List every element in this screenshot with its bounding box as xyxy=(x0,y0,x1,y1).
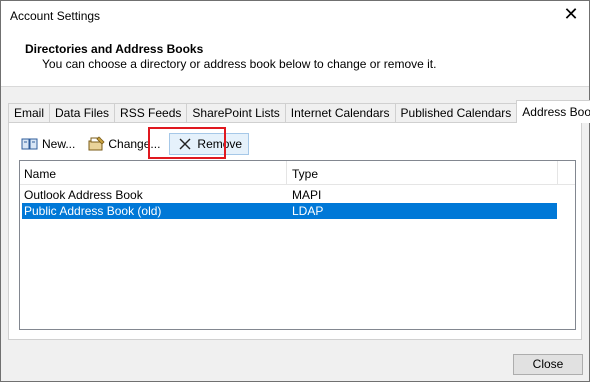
close-button[interactable]: Close xyxy=(513,354,583,375)
close-icon[interactable]: ✕ xyxy=(563,5,579,23)
address-books-panel: New... Change... Remove Name Type Outloo… xyxy=(8,122,582,340)
remove-button-label: Remove xyxy=(197,137,243,151)
tab-address-books[interactable]: Address Books xyxy=(516,100,590,123)
toolbar: New... Change... Remove xyxy=(18,132,255,156)
new-button-label: New... xyxy=(42,137,76,151)
address-book-type: LDAP xyxy=(292,204,324,218)
list-item-selected[interactable]: Public Address Book (old) LDAP xyxy=(22,203,557,219)
column-header-name[interactable]: Name xyxy=(24,167,56,181)
title-bar: Account Settings ✕ xyxy=(1,1,589,31)
tab-internet-calendars[interactable]: Internet Calendars xyxy=(284,103,396,123)
address-books-list[interactable]: Name Type Outlook Address Book MAPI Publ… xyxy=(19,160,576,330)
address-book-name: Outlook Address Book xyxy=(24,188,143,202)
account-settings-window: Account Settings ✕ Directories and Addre… xyxy=(0,0,590,382)
address-book-type: MAPI xyxy=(292,188,322,202)
tab-sharepoint-lists[interactable]: SharePoint Lists xyxy=(186,103,286,123)
change-button[interactable]: Change... xyxy=(84,133,163,155)
column-header-type[interactable]: Type xyxy=(292,167,318,181)
window-title: Account Settings xyxy=(10,9,101,23)
column-divider[interactable] xyxy=(286,161,287,185)
list-header: Name Type xyxy=(20,161,575,185)
header-title: Directories and Address Books xyxy=(25,42,204,56)
address-book-icon xyxy=(21,136,39,152)
remove-x-icon xyxy=(176,136,194,152)
dialog-header: Directories and Address Books You can ch… xyxy=(1,31,589,87)
list-item[interactable]: Outlook Address Book MAPI xyxy=(22,187,557,203)
header-subtitle: You can choose a directory or address bo… xyxy=(42,57,437,71)
change-address-book-icon xyxy=(87,136,105,152)
address-book-name: Public Address Book (old) xyxy=(24,204,162,218)
tab-strip: Email Data Files RSS Feeds SharePoint Li… xyxy=(8,100,590,123)
column-divider[interactable] xyxy=(557,161,558,185)
tab-rss-feeds[interactable]: RSS Feeds xyxy=(114,103,188,123)
change-button-label: Change... xyxy=(108,137,161,151)
tab-data-files[interactable]: Data Files xyxy=(49,103,116,123)
remove-button[interactable]: Remove xyxy=(169,133,250,155)
tab-email[interactable]: Email xyxy=(8,103,51,123)
tab-published-calendars[interactable]: Published Calendars xyxy=(394,103,518,123)
new-button[interactable]: New... xyxy=(18,133,78,155)
